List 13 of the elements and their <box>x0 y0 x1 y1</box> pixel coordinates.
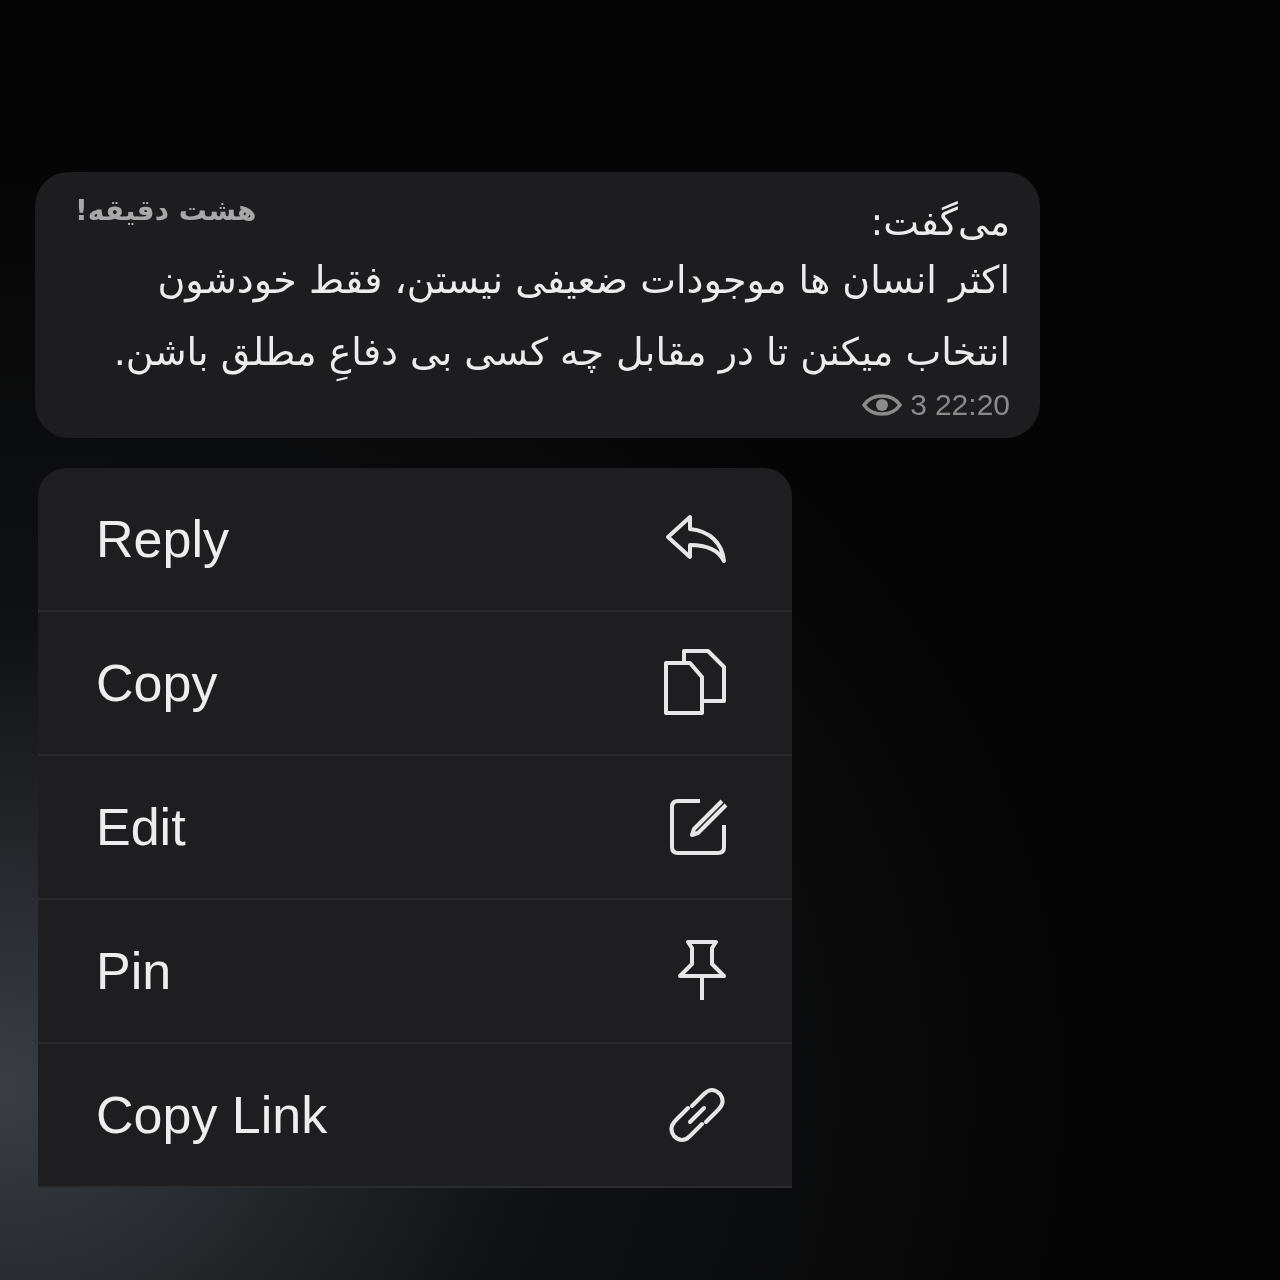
message-text: اکثر انسان ها موجودات ضعیفی نیستن، فقط خودشون انتخاب میکنن تا در مقابل چه کسی بی دفاعِ مطلق باشن. <box>75 244 1010 388</box>
menu-item[interactable]: Reply <box>38 468 792 612</box>
message-time: 22:20 <box>934 388 1010 422</box>
eye-icon <box>862 391 903 419</box>
view-count: 3 <box>910 388 927 422</box>
menu-item[interactable]: Pin <box>38 900 792 1044</box>
edit-icon <box>668 797 728 857</box>
menu-item[interactable]: Copy <box>38 612 792 756</box>
menu-item[interactable]: Copy Link <box>38 1044 792 1188</box>
reply-icon <box>664 513 728 565</box>
sender-name: هشت دقیقه! <box>75 194 257 227</box>
menu-item[interactable]: Edit <box>38 756 792 900</box>
message-text: می‌گفت: <box>870 200 1010 244</box>
